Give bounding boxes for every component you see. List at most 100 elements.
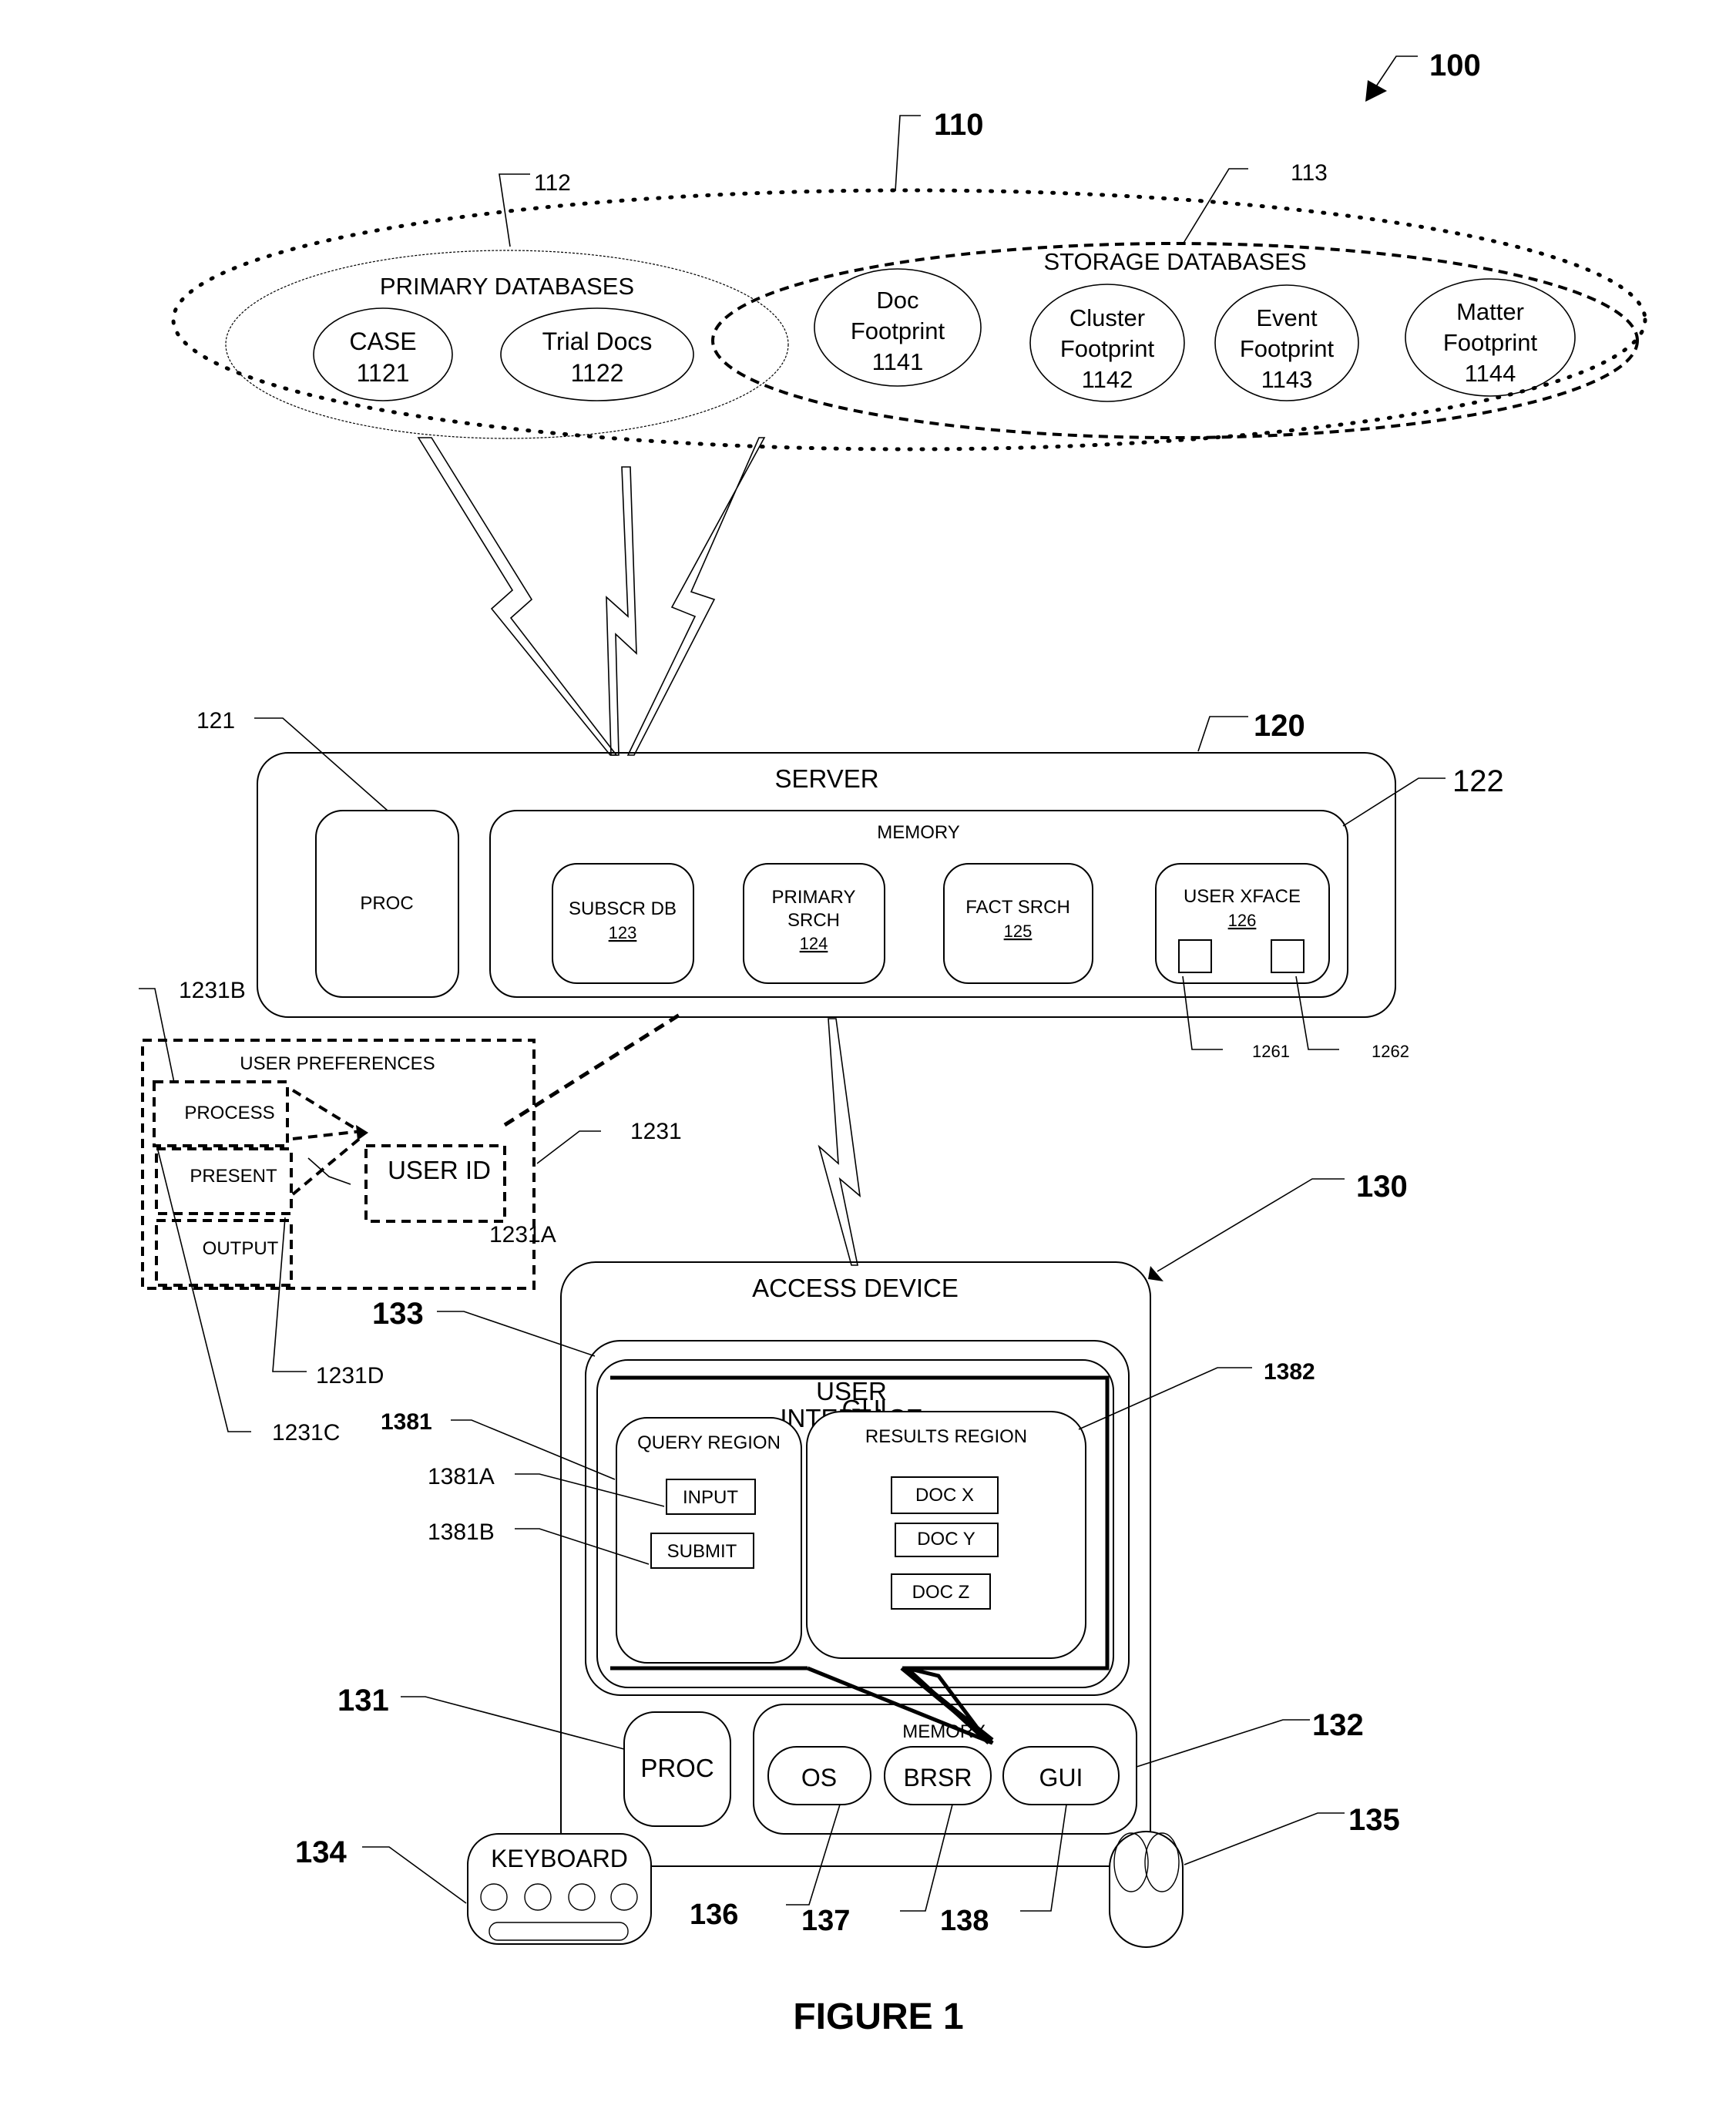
server-proc: 121 PROC — [196, 708, 459, 998]
database-name-line1: Matter — [1456, 298, 1524, 325]
server-title: SERVER — [774, 764, 878, 793]
user-preferences-title: USER PREFERENCES — [240, 1053, 435, 1074]
arrowhead-icon — [1148, 1266, 1163, 1281]
connector-present-userid — [292, 1130, 363, 1140]
server-memory-label: MEMORY — [877, 822, 960, 843]
pref-label: PROCESS — [184, 1103, 274, 1123]
system-diagram: 100 110 112 PRIMARY DATABASES CASE 1121 … — [139, 49, 1647, 2037]
query-region-ref: 1381 — [381, 1409, 432, 1435]
xface-subref: 1261 — [1252, 1042, 1290, 1061]
query-region: 1381 QUERY REGION INPUT 1381A SUBMIT 138… — [381, 1409, 802, 1664]
module-ref: 125 — [1004, 922, 1033, 941]
pref-present: PRESENT — [155, 1147, 293, 1215]
arrowhead-icon — [1365, 80, 1387, 102]
figure-caption: FIGURE 1 — [793, 1996, 963, 2037]
memory-item-label: OS — [801, 1764, 837, 1791]
server-proc-ref: 121 — [196, 708, 235, 734]
arrowhead-icon — [356, 1125, 368, 1140]
xface-element-1262 — [1271, 939, 1305, 973]
module-fact-srch: FACT SRCH 125 — [943, 863, 1093, 984]
query-submit-ref: 1381B — [428, 1519, 495, 1545]
module-ref: 124 — [800, 934, 828, 953]
results-region-label: RESULTS REGION — [865, 1426, 1027, 1447]
database-name-line1: Cluster — [1069, 304, 1145, 331]
doc-label: DOC X — [915, 1485, 974, 1506]
lightning-bolt-icon — [818, 1018, 861, 1266]
module-ref: 126 — [1228, 911, 1257, 930]
user-id-ref: 1231A — [489, 1222, 556, 1247]
database-name-line2: Footprint — [851, 317, 945, 344]
database-name-line2: Footprint — [1060, 335, 1155, 362]
user-pref-server-link — [503, 1011, 683, 1127]
storage-db-title: STORAGE DATABASES — [1043, 248, 1306, 275]
module-label-line2: SRCH — [787, 910, 840, 931]
primary-db-title: PRIMARY DATABASES — [380, 273, 634, 300]
pref-process-ref: 1231B — [179, 978, 246, 1003]
doc-label: DOC Z — [912, 1582, 970, 1603]
database-event-footprint: Event Footprint 1143 — [1214, 284, 1359, 401]
user-preferences-ref: 1231 — [630, 1119, 682, 1144]
server-memory-ref: 122 — [1452, 764, 1504, 798]
module-subscr-db: SUBSCR DB 123 — [552, 863, 694, 984]
memory-item-ref: 138 — [940, 1905, 989, 1937]
query-region-label: QUERY REGION — [637, 1432, 781, 1453]
connector-output-userid — [291, 1135, 364, 1196]
results-region-ref: 1382 — [1264, 1359, 1315, 1385]
xface-subref: 1262 — [1372, 1042, 1409, 1061]
access-device-title: ACCESS DEVICE — [752, 1274, 959, 1302]
system-ref-label: 100 — [1429, 49, 1481, 82]
database-ref: 1121 — [357, 359, 410, 387]
user-interface-ref: 133 — [372, 1297, 424, 1331]
primary-databases: 112 PRIMARY DATABASES CASE 1121 Trial Do… — [225, 170, 789, 439]
memory-item-label: GUI — [1039, 1764, 1083, 1791]
mouse-ref: 135 — [1348, 1803, 1400, 1837]
xface-element-1261 — [1178, 939, 1212, 973]
module-ref: 123 — [609, 923, 637, 942]
databases-group: 110 112 PRIMARY DATABASES CASE 1121 Tria… — [171, 108, 1647, 452]
device-proc: 131 PROC — [337, 1684, 731, 1827]
database-name: Trial Docs — [542, 327, 653, 355]
module-label: FACT SRCH — [965, 897, 1070, 918]
database-ref: 1143 — [1261, 366, 1313, 393]
pref-label: PRESENT — [190, 1166, 277, 1187]
mouse: 135 — [1109, 1803, 1400, 1948]
server-ref-label: 120 — [1254, 709, 1305, 743]
module-primary-srch: PRIMARY SRCH 124 — [743, 863, 885, 984]
server: 120 SERVER 121 PROC 122 MEMORY SUBSCR DB… — [196, 708, 1504, 1061]
system-ref-callout: 100 — [1365, 49, 1481, 102]
server-proc-label: PROC — [360, 893, 413, 914]
user-id-label: USER ID — [388, 1156, 491, 1184]
module-label: USER XFACE — [1184, 886, 1301, 907]
memory-os: OS 136 — [690, 1746, 871, 1931]
access-device-ref: 130 — [1356, 1170, 1408, 1204]
database-ref: 1144 — [1465, 360, 1516, 387]
module-label: SUBSCR DB — [569, 898, 677, 919]
database-ref: 1142 — [1082, 366, 1133, 393]
database-name-line1: Event — [1256, 304, 1318, 331]
storage-databases: 113 STORAGE DATABASES Doc Footprint 1141… — [711, 160, 1639, 439]
databases-ref-label: 110 — [934, 108, 984, 142]
database-case: CASE 1121 — [313, 307, 453, 401]
doc-label: DOC Y — [917, 1529, 975, 1550]
memory-item-ref: 137 — [801, 1905, 850, 1937]
keyboard-label: KEYBOARD — [491, 1845, 628, 1872]
connector-process-userid — [291, 1089, 364, 1134]
query-input-label: INPUT — [683, 1487, 738, 1508]
database-name-line2: Footprint — [1240, 335, 1335, 362]
lightning-bolt-icon — [417, 437, 618, 756]
primary-db-ref: 112 — [534, 170, 571, 196]
device-memory-label: MEMORY — [902, 1721, 986, 1742]
device-proc-label: PROC — [640, 1754, 714, 1782]
lightning-bolt-icon — [606, 466, 637, 756]
database-matter-footprint: Matter Footprint 1144 — [1405, 278, 1576, 397]
network-links-upper — [417, 437, 766, 756]
database-ref: 1141 — [872, 348, 924, 375]
database-name-line2: Footprint — [1443, 329, 1538, 356]
lightning-bolt-icon — [626, 437, 766, 756]
user-interface: 133 USER INTERFACE GUI 1381 QUERY REGION… — [372, 1297, 1315, 1745]
database-name: CASE — [349, 327, 416, 355]
memory-item-label: BRSR — [904, 1764, 972, 1791]
query-input-ref: 1381A — [428, 1464, 495, 1489]
database-doc-footprint: Doc Footprint 1141 — [814, 268, 982, 387]
database-cluster-footprint: Cluster Footprint 1142 — [1029, 284, 1185, 402]
